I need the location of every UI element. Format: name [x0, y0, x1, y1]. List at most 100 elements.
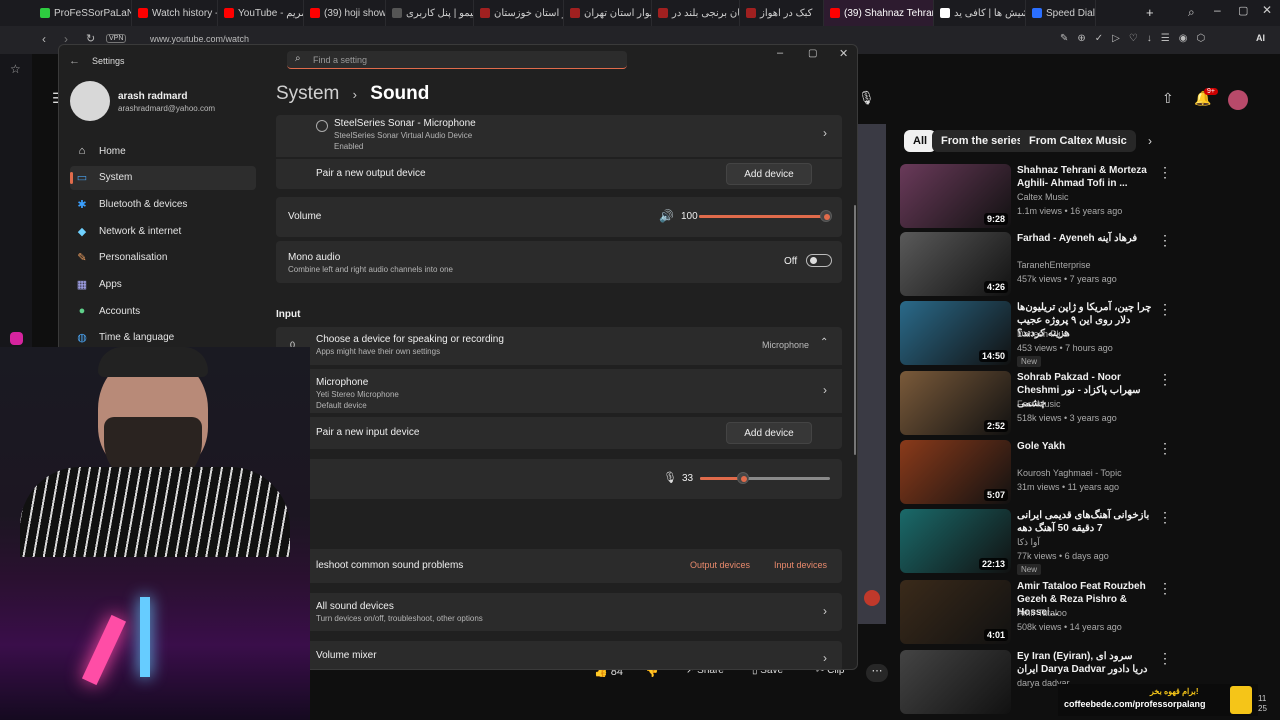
browser-tab[interactable]: دیوار استان تهران [564, 0, 652, 26]
browser-tab[interactable]: کبک در اهواز [740, 0, 824, 26]
settings-maximize-button[interactable]: ▢ [808, 48, 817, 59]
video-channel[interactable]: TaranehEnterprise [1017, 260, 1091, 270]
add-output-device-button[interactable]: Add device [726, 163, 812, 185]
live-chat-record-button[interactable] [864, 590, 880, 606]
settings-search-input[interactable]: ⌕ Find a setting [287, 51, 627, 69]
video-channel[interactable]: Amir Tataloo [1017, 608, 1067, 618]
microphone-icon[interactable]: 🎙 [663, 471, 677, 484]
browser-tab[interactable]: سیمو | پنل کاربری [386, 0, 474, 26]
browser-tab[interactable]: YouTube - جان مریم [218, 0, 304, 26]
video-title[interactable]: Ey Iran (Eyiran), سرود ای ایران Darya Da… [1017, 650, 1152, 676]
new-badge: New [1017, 564, 1042, 575]
sidebar-item-system[interactable]: ▭ System [70, 165, 256, 190]
breadcrumb-parent[interactable]: System [276, 83, 339, 104]
video-thumbnail[interactable]: 4:26 [900, 232, 1011, 296]
speaker-icon[interactable]: 🔊 [659, 209, 674, 223]
user-avatar[interactable] [70, 81, 110, 121]
video-item[interactable]: 2:52 Sohrab Pakzad - Noor Cheshmi سهراب پ… [900, 371, 1270, 437]
video-item[interactable]: 22:13 بازخوانی آهنگ‌های قدیمی ایرانی 7 دق… [900, 509, 1270, 575]
browser-tab[interactable]: قلیان برنجی بلند در [652, 0, 740, 26]
video-thumbnail[interactable]: 22:13 [900, 509, 1011, 573]
video-title[interactable]: بازخوانی آهنگ‌های قدیمی ایرانی 7 دقیقه 5… [1017, 509, 1152, 535]
sidebar-item-home[interactable]: ⌂ Home [70, 139, 256, 163]
video-more-icon[interactable]: ⋮ [1158, 440, 1172, 457]
breadcrumb: System › Sound [276, 83, 429, 105]
instagram-sidebar-icon[interactable] [10, 332, 23, 345]
output-devices-link[interactable]: Output devices [690, 560, 750, 570]
video-item[interactable]: 14:50 چرا چین، آمریکا و ژاپن تریلیون‌ها د… [900, 301, 1270, 367]
avatar[interactable] [1228, 90, 1248, 110]
new-tab-button[interactable]: + [1146, 5, 1154, 20]
sidebar-item-accounts[interactable]: ● Accounts [70, 299, 256, 323]
volume-slider-thumb[interactable] [820, 210, 832, 222]
video-item[interactable]: 4:26 Farhad - Ayeneh فرهاد آینه TaranehEnt… [900, 232, 1270, 298]
choose-input-row[interactable]: 0 Choose a device for speaking or record… [276, 327, 842, 365]
video-title[interactable]: Gole Yakh [1017, 440, 1152, 453]
sidebar-item-network-internet[interactable]: ◆ Network & internet [70, 219, 256, 243]
minimize-window-button[interactable]: – [1214, 3, 1221, 17]
back-icon[interactable]: ‹ [42, 32, 46, 46]
settings-close-button[interactable]: ✕ [839, 47, 848, 60]
all-sound-devices-row[interactable]: All sound devices Turn devices on/off, t… [276, 593, 842, 631]
video-channel[interactable]: Danesh Plus [1017, 329, 1068, 339]
video-more-icon[interactable]: ⋮ [1158, 580, 1172, 597]
video-item[interactable]: 5:07 Gole Yakh Kourosh Yaghmaei - Topic 31m… [900, 440, 1270, 506]
vpn-badge[interactable]: VPN [106, 34, 127, 43]
video-channel[interactable]: Caltex Music [1017, 192, 1069, 202]
video-item[interactable]: 4:01 Amir Tataloo Feat Rouzbeh Gezeh & Re… [900, 580, 1270, 646]
close-window-button[interactable]: ✕ [1262, 3, 1272, 17]
voice-search-icon[interactable]: 🎙 [858, 90, 875, 106]
video-thumbnail[interactable]: 5:07 [900, 440, 1011, 504]
video-channel[interactable]: Fact Music [1017, 399, 1061, 409]
video-thumbnail[interactable]: 14:50 [900, 301, 1011, 365]
address-bar[interactable]: www.youtube.com/watch [150, 34, 249, 44]
volume-mixer-row[interactable]: Volume mixer › [276, 641, 842, 669]
mono-audio-toggle[interactable] [806, 254, 832, 267]
upload-icon[interactable]: ⇧ [1162, 90, 1174, 107]
browser-tab[interactable]: دیوار استان خوزستان [474, 0, 564, 26]
video-thumbnail[interactable] [900, 650, 1011, 714]
video-player[interactable] [858, 124, 886, 624]
browser-tab[interactable]: (39) hoji show - Yo [304, 0, 386, 26]
chevron-up-icon[interactable]: ⌃ [820, 337, 828, 348]
search-tabs-icon[interactable]: ⌕ [1188, 5, 1195, 20]
video-channel[interactable]: آوا ذکا [1017, 537, 1040, 548]
browser-tab[interactable]: ترانشیش ها | کافی ید [934, 0, 1026, 26]
input-device-row[interactable]: Microphone Yeti Stereo Microphone Defaul… [276, 369, 842, 413]
video-more-icon[interactable]: ⋮ [1158, 164, 1172, 181]
filter-chip[interactable]: From the series [932, 130, 1032, 152]
video-thumbnail[interactable]: 2:52 [900, 371, 1011, 435]
chips-next-icon[interactable]: › [1148, 134, 1152, 148]
coffee-banner[interactable]: برام قهوه بخر! coffeebede.com/professorp… [1058, 684, 1258, 716]
filter-chip[interactable]: From Caltex Music [1020, 130, 1136, 152]
settings-scrollbar[interactable] [854, 205, 856, 455]
browser-tab[interactable]: Watch history - Yo [132, 0, 218, 26]
video-title[interactable]: Farhad - Ayeneh فرهاد آینه [1017, 232, 1152, 245]
star-sidebar-icon[interactable]: ☆ [10, 62, 21, 76]
input-devices-link[interactable]: Input devices [774, 560, 827, 570]
add-input-device-button[interactable]: Add device [726, 422, 812, 444]
browser-tab[interactable]: (39) Shahnaz Tehrani & H [824, 0, 934, 26]
video-item[interactable]: 9:28 Shahnaz Tehrani & Morteza Aghili- Ah… [900, 164, 1270, 230]
input-volume-slider-thumb[interactable] [736, 472, 749, 484]
ai-button[interactable]: AI [1256, 33, 1265, 43]
video-more-icon[interactable]: ⋮ [1158, 509, 1172, 526]
output-device-row[interactable]: SteelSeries Sonar - Microphone SteelSeri… [276, 115, 842, 157]
video-more-icon[interactable]: ⋮ [1158, 301, 1172, 318]
video-more-icon[interactable]: ⋮ [1158, 371, 1172, 388]
video-title[interactable]: Shahnaz Tehrani & Morteza Aghili- Ahmad … [1017, 164, 1152, 190]
browser-tab[interactable]: ProFeSSorPaLaNg [34, 0, 132, 26]
video-more-icon[interactable]: ⋮ [1158, 232, 1172, 249]
device-radio[interactable] [316, 120, 328, 132]
maximize-window-button[interactable]: ▢ [1238, 4, 1248, 17]
video-thumbnail[interactable]: 9:28 [900, 164, 1011, 228]
browser-tab[interactable]: Speed Dial [1026, 0, 1096, 26]
sidebar-item-bluetooth-devices[interactable]: ✱ Bluetooth & devices [70, 192, 256, 216]
video-thumbnail[interactable]: 4:01 [900, 580, 1011, 644]
sidebar-item-personalisation[interactable]: ✎ Personalisation [70, 246, 256, 270]
settings-minimize-button[interactable]: – [777, 47, 783, 59]
video-more-icon[interactable]: ⋮ [1158, 650, 1172, 667]
sidebar-item-apps[interactable]: ▦ Apps [70, 273, 256, 297]
video-channel[interactable]: Kourosh Yaghmaei - Topic [1017, 468, 1122, 478]
more-actions-button[interactable]: ⋯ [866, 664, 888, 682]
